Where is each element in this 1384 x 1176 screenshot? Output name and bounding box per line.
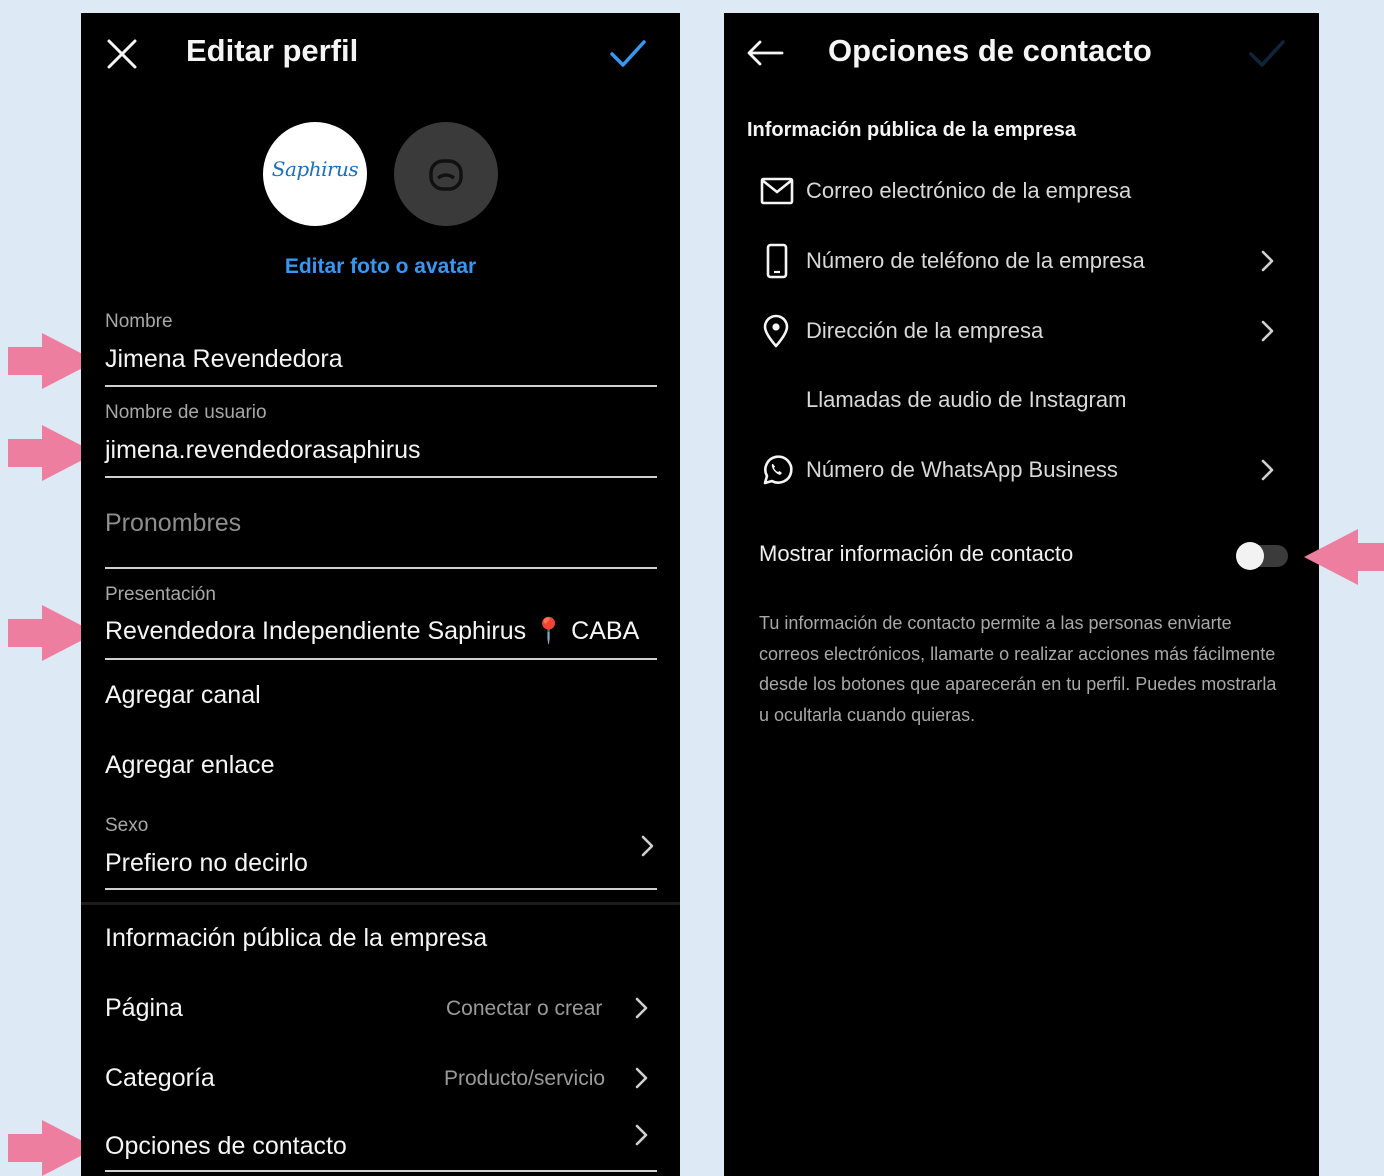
close-icon[interactable] xyxy=(106,38,138,70)
chevron-right-icon xyxy=(631,996,651,1020)
contact-options-row[interactable]: Opciones de contacto xyxy=(105,1132,347,1161)
list-item-business-address[interactable]: Dirección de la empresa xyxy=(724,303,1319,359)
name-field[interactable]: Jimena Revendedora xyxy=(105,345,343,374)
list-item-business-email[interactable]: Correo electrónico de la empresa xyxy=(724,163,1319,219)
profile-photo[interactable]: Saphirus xyxy=(263,122,367,226)
list-item-instagram-audio-calls[interactable]: Llamadas de audio de Instagram xyxy=(724,372,1319,428)
whatsapp-icon xyxy=(763,455,793,485)
list-item-label: Número de WhatsApp Business xyxy=(806,457,1118,482)
name-underline xyxy=(105,385,657,387)
page-row-label[interactable]: Página xyxy=(105,994,183,1023)
username-underline xyxy=(105,476,657,478)
name-label: Nombre xyxy=(105,311,173,332)
username-label: Nombre de usuario xyxy=(105,402,267,423)
checkmark-icon[interactable] xyxy=(1248,39,1286,69)
chevron-right-icon xyxy=(1257,249,1277,273)
chevron-right-icon xyxy=(631,1066,651,1090)
show-contact-info-label: Mostrar información de contacto xyxy=(759,541,1074,566)
show-contact-info-toggle[interactable] xyxy=(1236,542,1288,570)
pronouns-underline xyxy=(105,567,657,569)
chevron-right-icon xyxy=(1257,458,1277,482)
list-item-label: Llamadas de audio de Instagram xyxy=(806,387,1127,412)
checkmark-icon[interactable] xyxy=(609,39,647,69)
phone-icon xyxy=(766,243,788,279)
avatar-face-icon xyxy=(429,159,463,191)
list-item-whatsapp-business[interactable]: Número de WhatsApp Business xyxy=(724,442,1319,498)
edit-profile-screen: Editar perfil Saphirus Editar foto o ava… xyxy=(81,13,680,1176)
saphirus-logo: Saphirus xyxy=(271,157,359,181)
section-divider xyxy=(81,902,680,905)
list-item-label: Número de teléfono de la empresa xyxy=(806,248,1145,273)
chevron-right-icon xyxy=(1257,319,1277,343)
chevron-right-icon xyxy=(637,834,657,858)
bio-underline xyxy=(105,658,657,660)
list-item-label: Correo electrónico de la empresa xyxy=(806,178,1132,203)
avatar-option[interactable] xyxy=(394,122,498,226)
edit-photo-link[interactable]: Editar foto o avatar xyxy=(81,255,680,279)
contact-options-screen: Opciones de contacto Información pública… xyxy=(724,13,1319,1176)
page-row-value[interactable]: Conectar o crear xyxy=(446,997,602,1021)
bio-label: Presentación xyxy=(105,584,216,605)
pronouns-field[interactable]: Pronombres xyxy=(105,509,241,538)
back-arrow-icon[interactable] xyxy=(746,39,784,67)
username-field[interactable]: jimena.revendedorasaphirus xyxy=(105,436,420,465)
toggle-knob xyxy=(1236,542,1264,570)
gender-underline xyxy=(105,888,657,890)
contact-info-description: Tu información de contacto permite a las… xyxy=(759,613,1277,725)
add-link-button[interactable]: Agregar enlace xyxy=(105,751,275,780)
section-title: Información pública de la empresa xyxy=(747,119,1076,141)
gender-field[interactable]: Prefiero no decirlo xyxy=(105,849,308,878)
page-title: Opciones de contacto xyxy=(828,33,1152,68)
page-title: Editar perfil xyxy=(186,33,359,68)
chevron-right-icon xyxy=(631,1123,651,1147)
list-item-business-phone[interactable]: Número de teléfono de la empresa xyxy=(724,233,1319,289)
location-pin-icon xyxy=(763,314,789,348)
list-item-label: Dirección de la empresa xyxy=(806,318,1044,343)
business-info-row[interactable]: Información pública de la empresa xyxy=(105,924,487,953)
gender-label: Sexo xyxy=(105,815,149,836)
category-row-value[interactable]: Producto/servicio xyxy=(444,1067,605,1091)
add-channel-button[interactable]: Agregar canal xyxy=(105,681,261,710)
category-row-label[interactable]: Categoría xyxy=(105,1064,215,1093)
contact-options-underline xyxy=(105,1170,657,1172)
bio-field[interactable]: Revendedora Independiente Saphirus 📍 CAB… xyxy=(105,617,639,646)
arrow-pointer-toggle xyxy=(1304,529,1384,585)
mail-icon xyxy=(760,177,794,205)
